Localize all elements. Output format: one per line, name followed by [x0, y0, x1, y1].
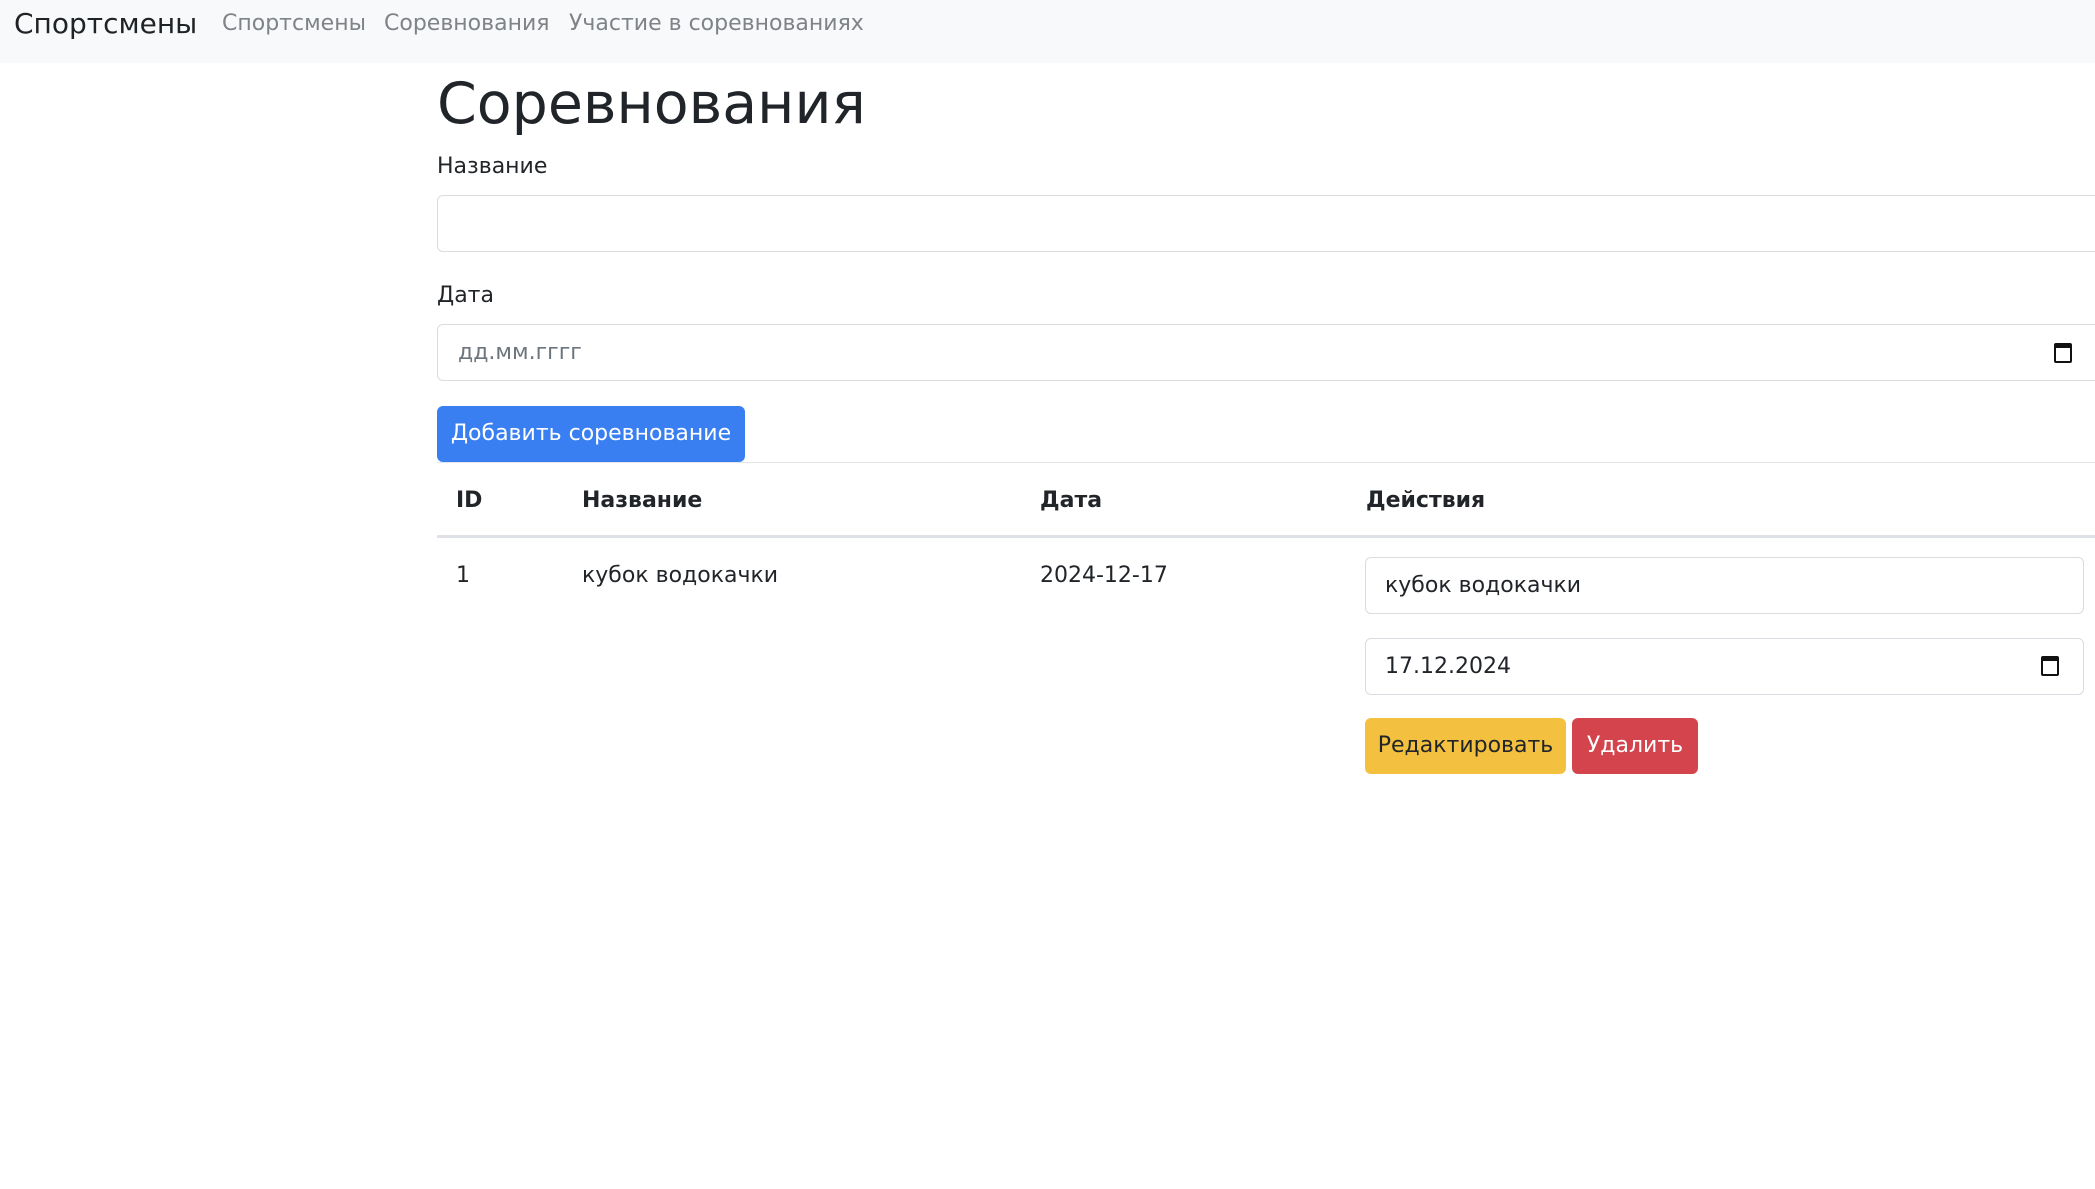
- page-title: Соревнования: [437, 71, 866, 137]
- table-header-id: ID: [456, 488, 483, 513]
- delete-button[interactable]: Удалить: [1572, 718, 1698, 774]
- table-header-name: Название: [582, 488, 703, 513]
- name-label: Название: [437, 154, 548, 179]
- edit-button[interactable]: Редактировать: [1365, 718, 1566, 774]
- table-header-divider: [437, 535, 2095, 538]
- top-navbar: Спортсмены Спортсмены Соревнования Участ…: [0, 0, 2095, 63]
- edit-date-input[interactable]: 17.12.2024: [1365, 638, 2084, 695]
- table-top-border: [437, 462, 2095, 463]
- edit-name-input[interactable]: кубок водокачки: [1365, 557, 2084, 614]
- navbar-brand[interactable]: Спортсмены: [14, 6, 197, 42]
- calendar-icon[interactable]: [2041, 656, 2059, 676]
- row-id-cell: 1: [456, 563, 470, 588]
- table-header-actions: Действия: [1366, 488, 1486, 513]
- nav-link-athletes[interactable]: Спортсмены: [222, 9, 366, 39]
- row-name-cell: кубок водокачки: [582, 563, 779, 588]
- nav-link-competitions[interactable]: Соревнования: [384, 9, 550, 39]
- competition-name-input[interactable]: [437, 195, 2095, 252]
- row-date-cell: 2024-12-17: [1040, 563, 1168, 588]
- add-competition-button[interactable]: Добавить соревнование: [437, 406, 745, 462]
- table-header-date: Дата: [1040, 488, 1103, 513]
- calendar-icon[interactable]: [2054, 343, 2072, 363]
- competition-date-input[interactable]: дд.мм.гггг: [437, 324, 2095, 381]
- date-placeholder: дд.мм.гггг: [458, 340, 582, 365]
- nav-link-participation[interactable]: Участие в соревнованиях: [569, 9, 864, 39]
- date-label: Дата: [437, 283, 494, 308]
